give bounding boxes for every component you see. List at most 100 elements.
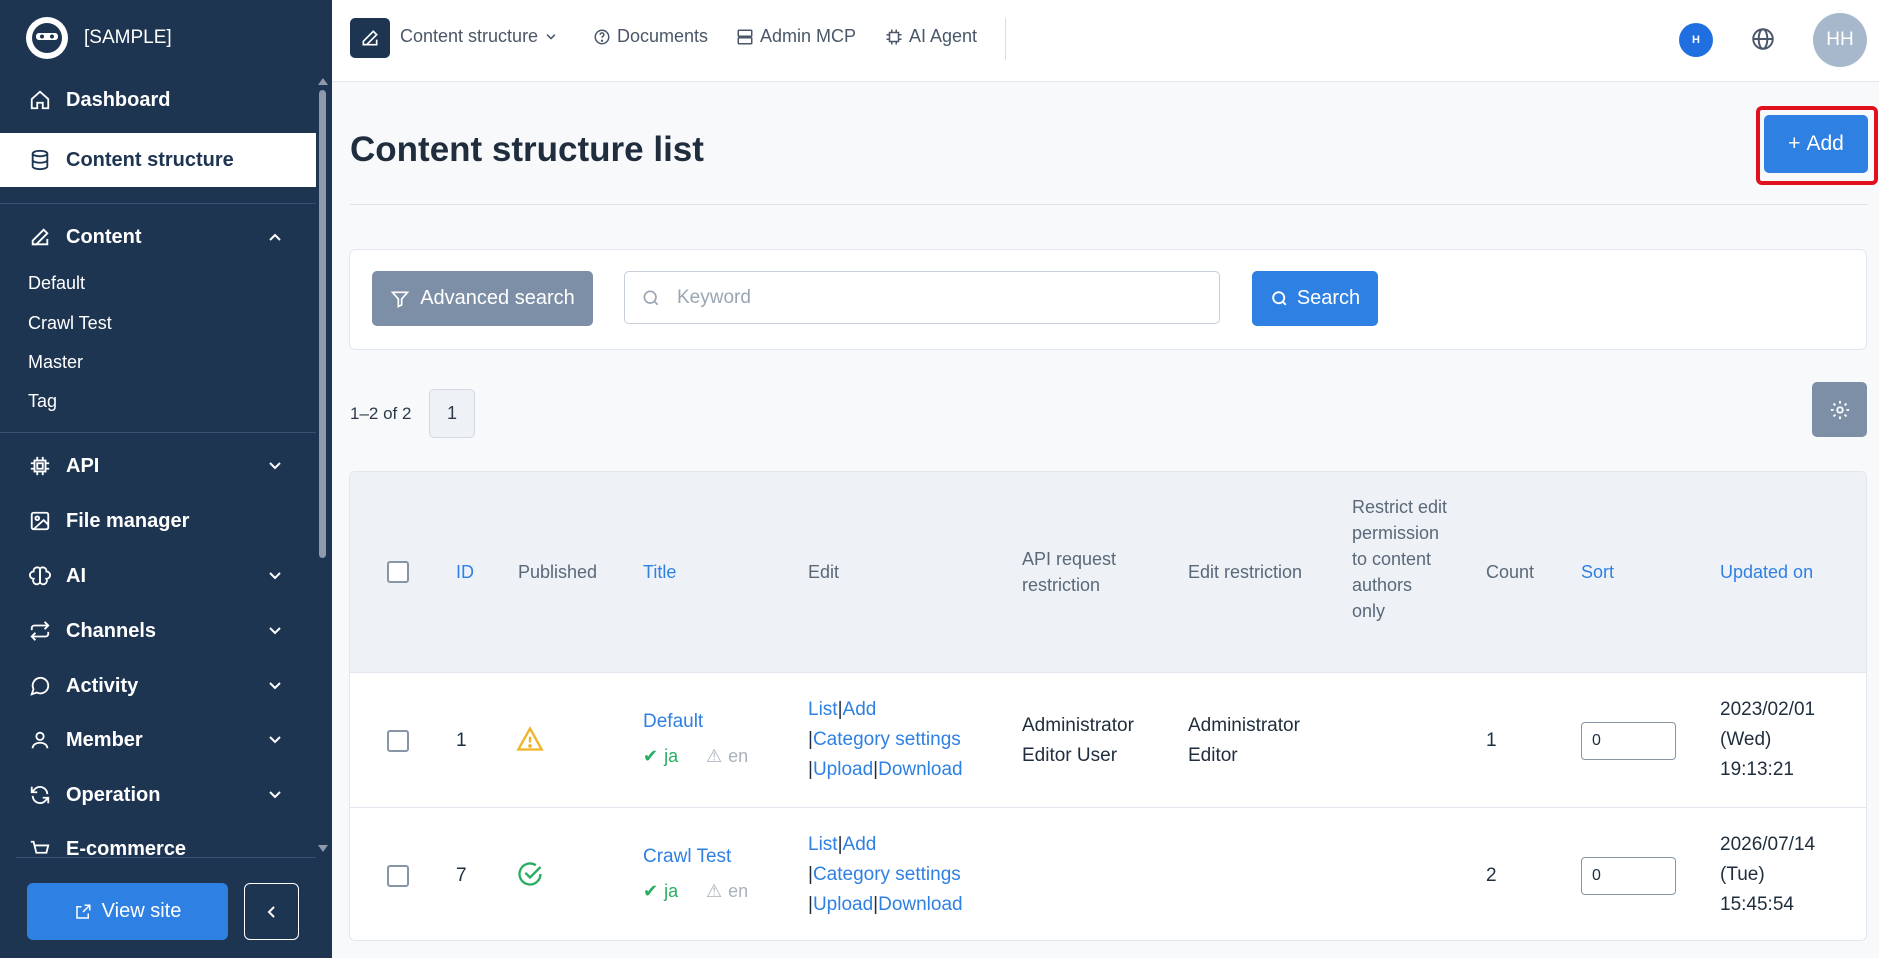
search-icon xyxy=(643,290,659,306)
sidebar-item-ai[interactable]: AI xyxy=(0,549,316,603)
row-count: 2 xyxy=(1486,865,1497,886)
sidebar-item-label: AI xyxy=(66,564,86,587)
row-updated-on: 2023/02/01 (Wed) 19:13:21 xyxy=(1720,695,1815,785)
search-button-label: Search xyxy=(1296,287,1361,309)
lang-ja-label: ja xyxy=(664,746,679,766)
row-checkbox[interactable] xyxy=(387,730,409,752)
chevron-down-icon xyxy=(269,627,281,635)
sidebar-subitem-crawl-test[interactable]: Crawl Test xyxy=(28,313,112,334)
sidebar-subitem-default[interactable]: Default xyxy=(28,273,85,294)
table-settings-button[interactable] xyxy=(1812,382,1867,437)
user-avatar[interactable]: HH xyxy=(1813,13,1867,67)
chevron-down-icon xyxy=(269,572,281,580)
sidebar-item-activity[interactable]: Activity xyxy=(0,659,316,713)
content-structure-menu-icon[interactable] xyxy=(350,18,390,58)
edit-upload-link[interactable]: Upload xyxy=(813,894,873,915)
chevron-left-icon xyxy=(267,905,275,918)
updated-time: 19:13:21 xyxy=(1720,759,1794,780)
chat-icon xyxy=(28,674,52,698)
sidebar-divider xyxy=(0,203,316,204)
sidebar-item-content[interactable]: Content xyxy=(0,210,316,264)
site-avatar[interactable]: H xyxy=(1679,23,1713,57)
edit-add-link[interactable]: Add xyxy=(843,699,877,720)
sidebar: [SAMPLE] Dashboard Content structure Con… xyxy=(0,0,332,958)
lang-en: ⚠ en xyxy=(706,746,748,767)
column-header-title[interactable]: Title xyxy=(643,559,676,585)
column-header-api-request-restriction: API request restriction xyxy=(1022,549,1117,595)
brand[interactable]: [SAMPLE] xyxy=(26,16,172,60)
lang-en: ⚠ en xyxy=(706,881,748,902)
topbar-content-structure-dropdown[interactable]: Content structure xyxy=(400,26,558,47)
sidebar-item-api[interactable]: API xyxy=(0,439,316,493)
row-checkbox[interactable] xyxy=(387,865,409,887)
sidebar-item-operation[interactable]: Operation xyxy=(0,768,316,822)
check-icon: ✔ xyxy=(643,881,659,901)
edit-upload-link[interactable]: Upload xyxy=(813,759,873,780)
column-header-sort[interactable]: Sort xyxy=(1581,559,1614,585)
globe-icon[interactable] xyxy=(1750,26,1776,52)
pagination-page-1[interactable]: 1 xyxy=(429,389,475,438)
sidebar-item-label: Content xyxy=(66,225,142,248)
sidebar-item-content-structure[interactable]: Content structure xyxy=(0,133,316,187)
home-icon xyxy=(28,88,52,112)
page-title: Content structure list xyxy=(350,130,704,169)
row-edit-links: List|Add |Category settings |Upload|Down… xyxy=(808,834,963,915)
topbar-admin-mcp-link[interactable]: Admin MCP xyxy=(736,26,856,47)
edit-list-link[interactable]: List xyxy=(808,834,838,855)
chevron-down-icon xyxy=(269,462,281,470)
row-id: 1 xyxy=(456,730,467,751)
chevron-down-icon xyxy=(269,682,281,690)
edit-download-link[interactable]: Download xyxy=(878,759,963,780)
add-button[interactable]: + Add xyxy=(1764,115,1868,173)
row-edit-restriction: Administrator Editor xyxy=(1188,715,1300,766)
sidebar-divider xyxy=(16,857,316,858)
search-button[interactable]: Search xyxy=(1252,271,1378,326)
row-sort-input[interactable]: 0 xyxy=(1581,857,1676,895)
help-circle-icon xyxy=(594,29,610,44)
topbar-documents-link[interactable]: Documents xyxy=(593,26,708,47)
content-structure-table: ID Published Title Edit API request rest… xyxy=(349,471,1867,941)
sidebar-subitem-master[interactable]: Master xyxy=(28,352,83,373)
row-title-link[interactable]: Crawl Test xyxy=(643,842,731,872)
filter-icon xyxy=(390,291,410,308)
chevron-up-icon xyxy=(269,233,281,241)
lang-ja: ✔ ja xyxy=(643,881,678,902)
edit-icon xyxy=(28,225,52,249)
topbar: Content structure Documents Admin MCP AI… xyxy=(332,0,1879,82)
sidebar-item-member[interactable]: Member xyxy=(0,713,316,767)
lang-en-label: en xyxy=(728,746,749,766)
edit-download-link[interactable]: Download xyxy=(878,894,963,915)
column-header-id[interactable]: ID xyxy=(456,559,474,585)
sidebar-scrollbar-thumb[interactable] xyxy=(319,90,326,558)
advanced-search-button[interactable]: Advanced search xyxy=(372,271,593,326)
scroll-down-arrow[interactable] xyxy=(318,845,328,852)
sidebar-item-ecommerce[interactable]: E-commerce xyxy=(0,822,316,858)
column-header-count: Count xyxy=(1486,562,1535,582)
row-id: 7 xyxy=(456,865,467,886)
sidebar-item-label: Activity xyxy=(66,674,139,697)
sidebar-item-channels[interactable]: Channels xyxy=(0,604,316,658)
brain-icon xyxy=(28,564,52,588)
cart-icon xyxy=(28,838,52,858)
edit-category-settings-link[interactable]: Category settings xyxy=(813,864,961,885)
row-sort-input[interactable]: 0 xyxy=(1581,722,1676,760)
sidebar-item-file-manager[interactable]: File manager xyxy=(0,494,316,548)
chevron-down-icon xyxy=(546,33,556,40)
scroll-up-arrow[interactable] xyxy=(318,78,328,85)
keyword-input[interactable] xyxy=(677,272,1207,323)
row-title-link[interactable]: Default xyxy=(643,707,703,737)
edit-category-settings-link[interactable]: Category settings xyxy=(813,729,961,750)
column-header-restrict-edit-authors: Restrict edit permission to content auth… xyxy=(1352,497,1448,621)
sidebar-item-label: Content structure xyxy=(66,148,234,171)
column-header-updated-on[interactable]: Updated on xyxy=(1720,559,1813,585)
updated-day: (Wed) xyxy=(1720,729,1772,750)
edit-add-link[interactable]: Add xyxy=(843,834,877,855)
collapse-sidebar-button[interactable] xyxy=(244,883,299,940)
view-site-label: View site xyxy=(101,900,182,922)
sidebar-item-dashboard[interactable]: Dashboard xyxy=(0,73,316,127)
select-all-checkbox[interactable] xyxy=(387,561,409,583)
topbar-ai-agent-link[interactable]: AI Agent xyxy=(885,26,977,47)
edit-list-link[interactable]: List xyxy=(808,699,838,720)
sidebar-subitem-tag[interactable]: Tag xyxy=(28,391,57,412)
view-site-button[interactable]: View site xyxy=(27,883,228,940)
